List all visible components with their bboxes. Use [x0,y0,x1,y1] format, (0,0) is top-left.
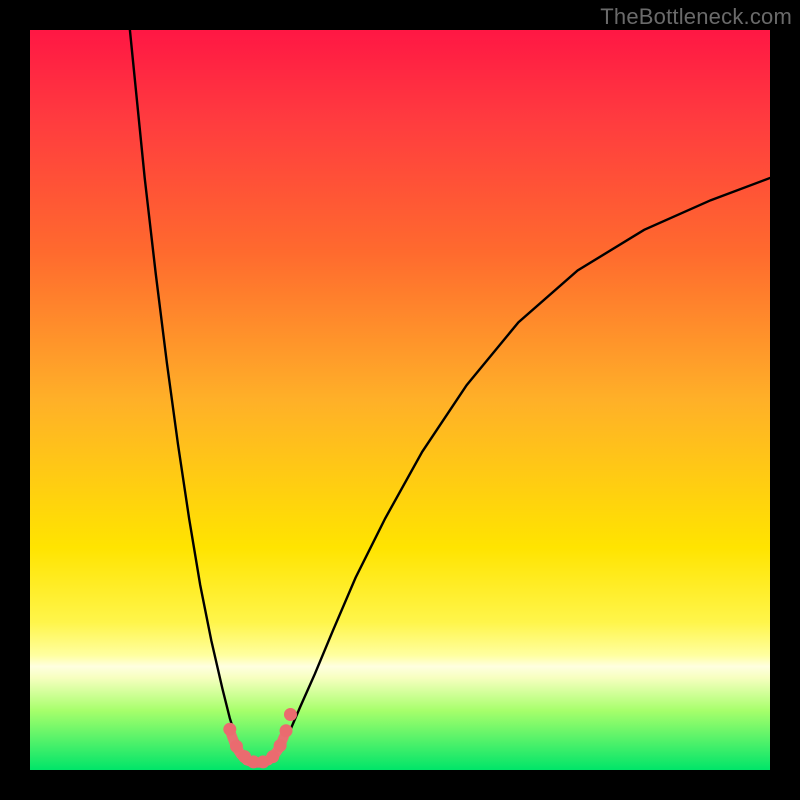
marker-dot [284,708,297,721]
watermark-text: TheBottleneck.com [600,4,792,30]
plot-area [30,30,770,770]
chart-svg [30,30,770,770]
chart-frame: TheBottleneck.com [0,0,800,800]
marker-dot [223,723,236,736]
marker-dot [280,724,293,737]
marker-dot [266,750,279,763]
marker-dot [230,740,243,753]
marker-dot [274,739,287,752]
